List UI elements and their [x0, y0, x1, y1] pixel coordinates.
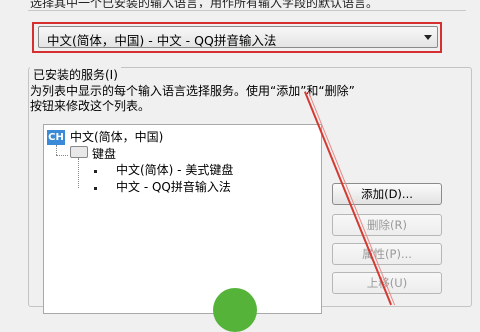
bullet-icon	[94, 170, 97, 173]
bullet-icon	[94, 187, 97, 190]
tree-language-node[interactable]: 中文(简体，中国)	[70, 129, 163, 145]
installed-services-title: 已安装的服务(I)	[30, 66, 121, 83]
tree-connector	[78, 158, 79, 188]
installed-services-description: 为列表中显示的每个输入语言选择服务。使用“添加”和“删除” 按钮来修改这个列表。	[30, 84, 450, 114]
keyboard-icon	[70, 146, 88, 158]
tree-keyboard-node[interactable]: 键盘	[92, 146, 116, 162]
language-badge-icon: CH	[47, 130, 65, 145]
divider	[28, 10, 466, 11]
top-instruction-text: 选择其中一个已安装的输入语言，用作所有输入字段的默认语言。	[30, 0, 379, 8]
annotation-circle-icon	[213, 288, 257, 332]
tree-item-us-keyboard[interactable]: 中文(简体) - 美式键盘	[116, 162, 233, 178]
default-language-dropdown[interactable]: 中文(简体，中国) - 中文 - QQ拼音输入法	[38, 26, 438, 48]
move-up-button[interactable]: 上移(U)	[332, 272, 442, 294]
chevron-down-icon[interactable]	[424, 35, 432, 40]
default-language-value: 中文(简体，中国) - 中文 - QQ拼音输入法	[47, 33, 277, 48]
remove-button[interactable]: 删除(R)	[332, 214, 442, 236]
tree-connector	[56, 155, 68, 156]
description-line-1: 为列表中显示的每个输入语言选择服务。使用“添加”和“删除”	[30, 84, 355, 98]
description-line-2: 按钮来修改这个列表。	[30, 99, 151, 113]
services-tree[interactable]: CH 中文(简体，中国) 键盘 中文(简体) - 美式键盘 中文 - QQ拼音输…	[43, 124, 322, 314]
tree-connector	[56, 145, 57, 155]
properties-button[interactable]: 属性(P)...	[332, 243, 442, 265]
tree-item-qq-pinyin[interactable]: 中文 - QQ拼音输入法	[116, 179, 231, 195]
